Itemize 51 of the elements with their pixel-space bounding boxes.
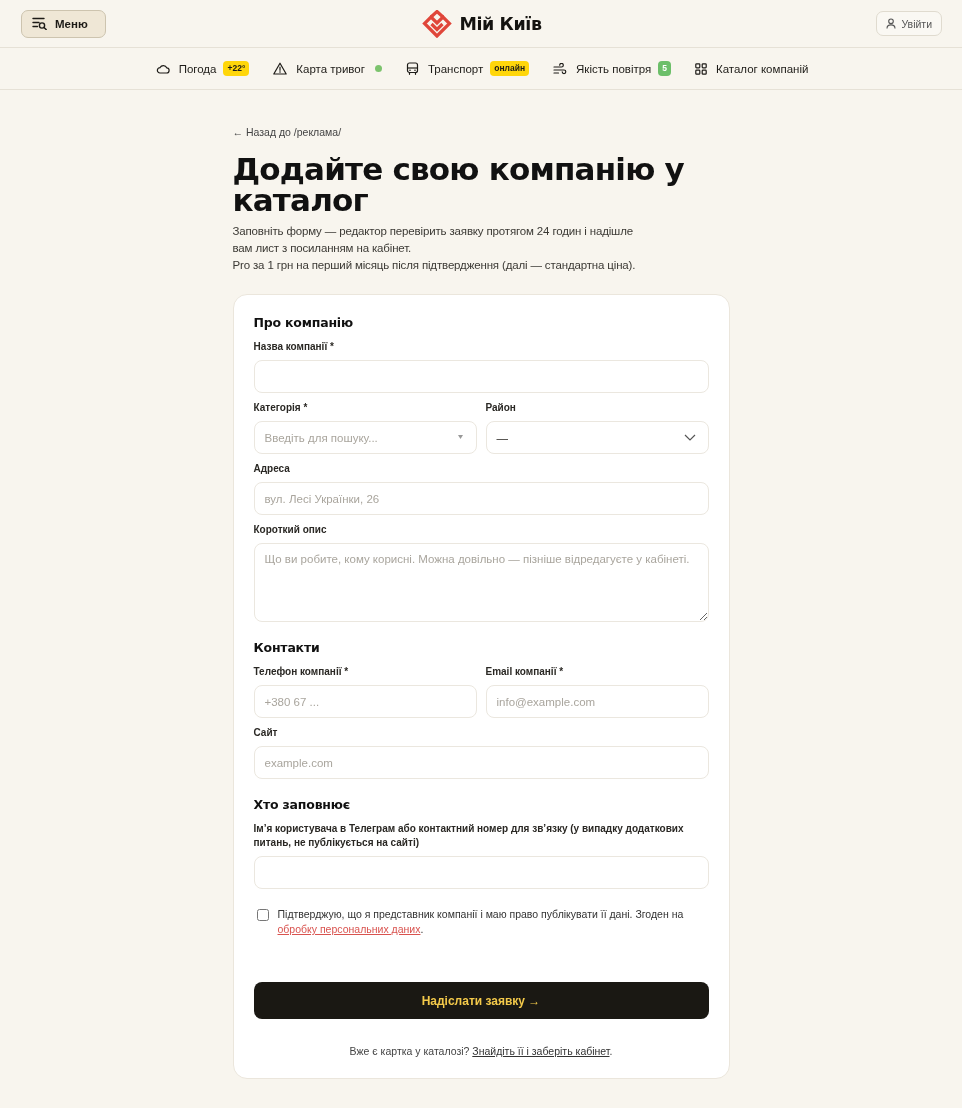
input-field[interactable]: [253, 856, 709, 889]
warning-icon: [273, 62, 288, 75]
bus-icon: [405, 62, 419, 75]
input-field[interactable]: [253, 360, 709, 393]
nav-link[interactable]: Транспорт онлайн: [405, 61, 530, 76]
nav-link[interactable]: Карта тривог: [273, 62, 382, 75]
user-icon: [886, 18, 897, 29]
section-heading: Про компанію: [253, 315, 354, 331]
nav-link[interactable]: Погода +22°: [155, 61, 250, 76]
input-field[interactable]: +380 67 ...: [253, 685, 477, 718]
page-title: Додайте свою компанію у каталог: [232, 154, 685, 216]
input-field[interactable]: example.com: [253, 746, 709, 779]
cloud-icon: [155, 63, 170, 74]
field-label: Короткий опис: [253, 523, 328, 537]
select-field[interactable]: —: [485, 421, 709, 454]
combobox-field[interactable]: Введіть для пошуку...: [253, 421, 477, 454]
section-heading: Хто заповнює: [253, 797, 351, 813]
field-label: Адреса: [253, 462, 291, 476]
back-link[interactable]: ← Назад до /реклама/: [232, 126, 342, 139]
intro-text: Pro за 1 грн на перший місяць після підтвердження (далі — стандартна ціна).: [232, 258, 637, 273]
footer-note: Вже є картка у каталозі? Знайдіть її і заберіть кабінет.: [348, 1044, 614, 1058]
wind-icon: [553, 62, 568, 75]
login-button[interactable]: Увійти: [876, 11, 942, 36]
submit-button[interactable]: Надіслати заявку →: [253, 982, 709, 1019]
field-label: Назва компанії *: [253, 340, 335, 354]
field-label: Район: [485, 401, 517, 415]
textarea-field[interactable]: Що ви робите, кому корисні. Можна довільно — пізніше відредагуєте у кабінеті.: [253, 543, 709, 622]
grid-icon: [694, 62, 707, 75]
input-field[interactable]: info@example.com: [485, 685, 709, 718]
consent-text: Підтверджую, що я представник компанії і маю право публікувати її дані. Згоден на обробку персональних даних.: [277, 907, 685, 937]
nav-badge: 5: [658, 61, 671, 76]
nav-link[interactable]: Якість повітря 5: [553, 61, 671, 76]
field-label: Сайт: [253, 726, 279, 740]
menu-button[interactable]: Меню: [21, 9, 106, 38]
nav-badge: +22°: [223, 61, 250, 76]
field-label: Ім’я користувача в Телеграм або контактний номер для зв’язку (у випадку додаткових питань, не публікується на сайті): [253, 822, 685, 850]
field-label: Телефон компанії *: [253, 665, 350, 679]
field-label: Категорія *: [253, 401, 309, 415]
nav-badge: онлайн: [490, 61, 530, 76]
field-label: Email компанії *: [485, 665, 565, 679]
caret-icon: [457, 435, 463, 439]
intro-text: Заповніть форму — редактор перевірить заявку протягом 24 годин і надішле вам лист з посиланням на кабінет.: [232, 224, 634, 256]
nav-link[interactable]: Каталог компаній: [694, 62, 809, 75]
logo-text[interactable]: Мій Київ: [459, 13, 542, 34]
section-heading: Контакти: [253, 640, 321, 656]
menu-search-icon: [32, 17, 47, 30]
input-field[interactable]: вул. Лесі Українки, 26: [253, 482, 709, 515]
logo-icon: [421, 9, 454, 38]
consent-checkbox[interactable]: [256, 909, 269, 921]
chevron-down-icon: [683, 434, 696, 441]
claim-link[interactable]: Знайдіть її і заберіть кабінет: [472, 1045, 610, 1057]
